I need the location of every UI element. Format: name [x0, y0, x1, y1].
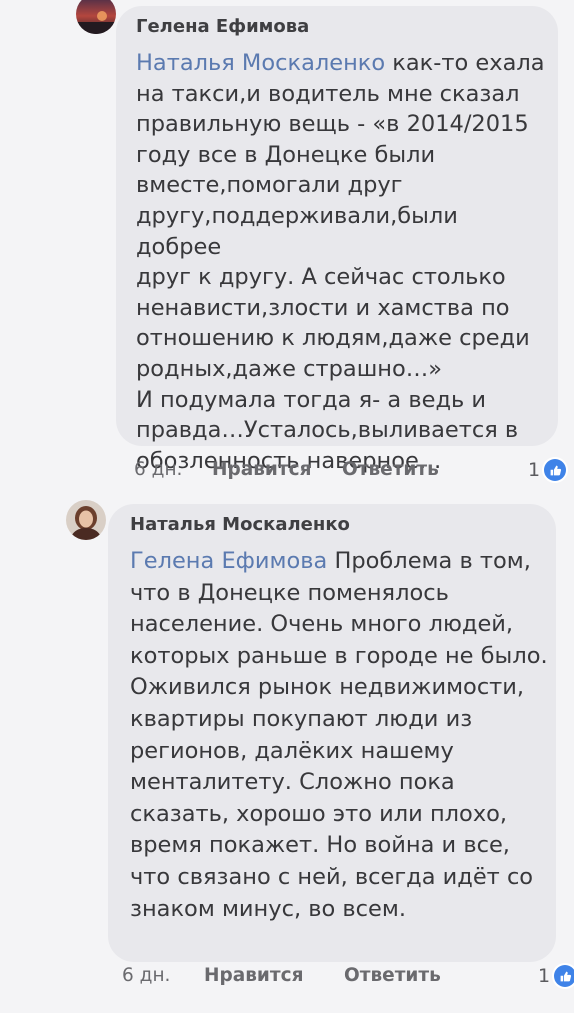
- like-button[interactable]: Нравится: [212, 458, 311, 482]
- like-button[interactable]: Нравится: [204, 964, 303, 988]
- mention-link[interactable]: Гелена Ефимова: [130, 548, 327, 574]
- comment-timestamp[interactable]: 6 дн.: [122, 964, 170, 988]
- comment: Наталья Москаленко Гелена Ефимова Пробле…: [0, 496, 574, 1013]
- reaction-count[interactable]: 1: [538, 964, 574, 988]
- comment-timestamp[interactable]: 6 дн.: [134, 458, 182, 482]
- comment-bubble: Гелена Ефимова Наталья Москаленко как-то…: [116, 6, 558, 474]
- reply-button[interactable]: Ответить: [344, 964, 441, 988]
- comment-actions: 6 дн. Нравится Ответить 1: [0, 964, 574, 988]
- reaction-count[interactable]: 1: [528, 458, 567, 482]
- mention-link[interactable]: Наталья Москаленко: [136, 50, 385, 76]
- comment-author[interactable]: Наталья Москаленко: [130, 514, 548, 536]
- comment-text: Наталья Москаленко как-то ехала на такси…: [136, 50, 545, 474]
- comment-bubble: Наталья Москаленко Гелена Ефимова Пробле…: [108, 504, 556, 962]
- avatar-image: [76, 0, 116, 34]
- reply-button[interactable]: Ответить: [342, 458, 439, 482]
- avatar[interactable]: [66, 500, 106, 540]
- comment-thread: Гелена Ефимова Наталья Москаленко как-то…: [0, 0, 574, 1013]
- comment-author[interactable]: Гелена Ефимова: [136, 16, 548, 38]
- avatar[interactable]: [76, 0, 116, 34]
- like-icon: [544, 459, 567, 481]
- avatar-image: [66, 500, 106, 540]
- comment: Гелена Ефимова Наталья Москаленко как-то…: [0, 0, 574, 490]
- comment-actions: 6 дн. Нравится Ответить 1: [0, 458, 574, 482]
- like-icon: [554, 965, 574, 987]
- comment-text: Гелена Ефимова Проблема в том, что в Дон…: [130, 548, 548, 922]
- reaction-count-number: 1: [538, 965, 551, 987]
- reaction-count-number: 1: [528, 459, 541, 481]
